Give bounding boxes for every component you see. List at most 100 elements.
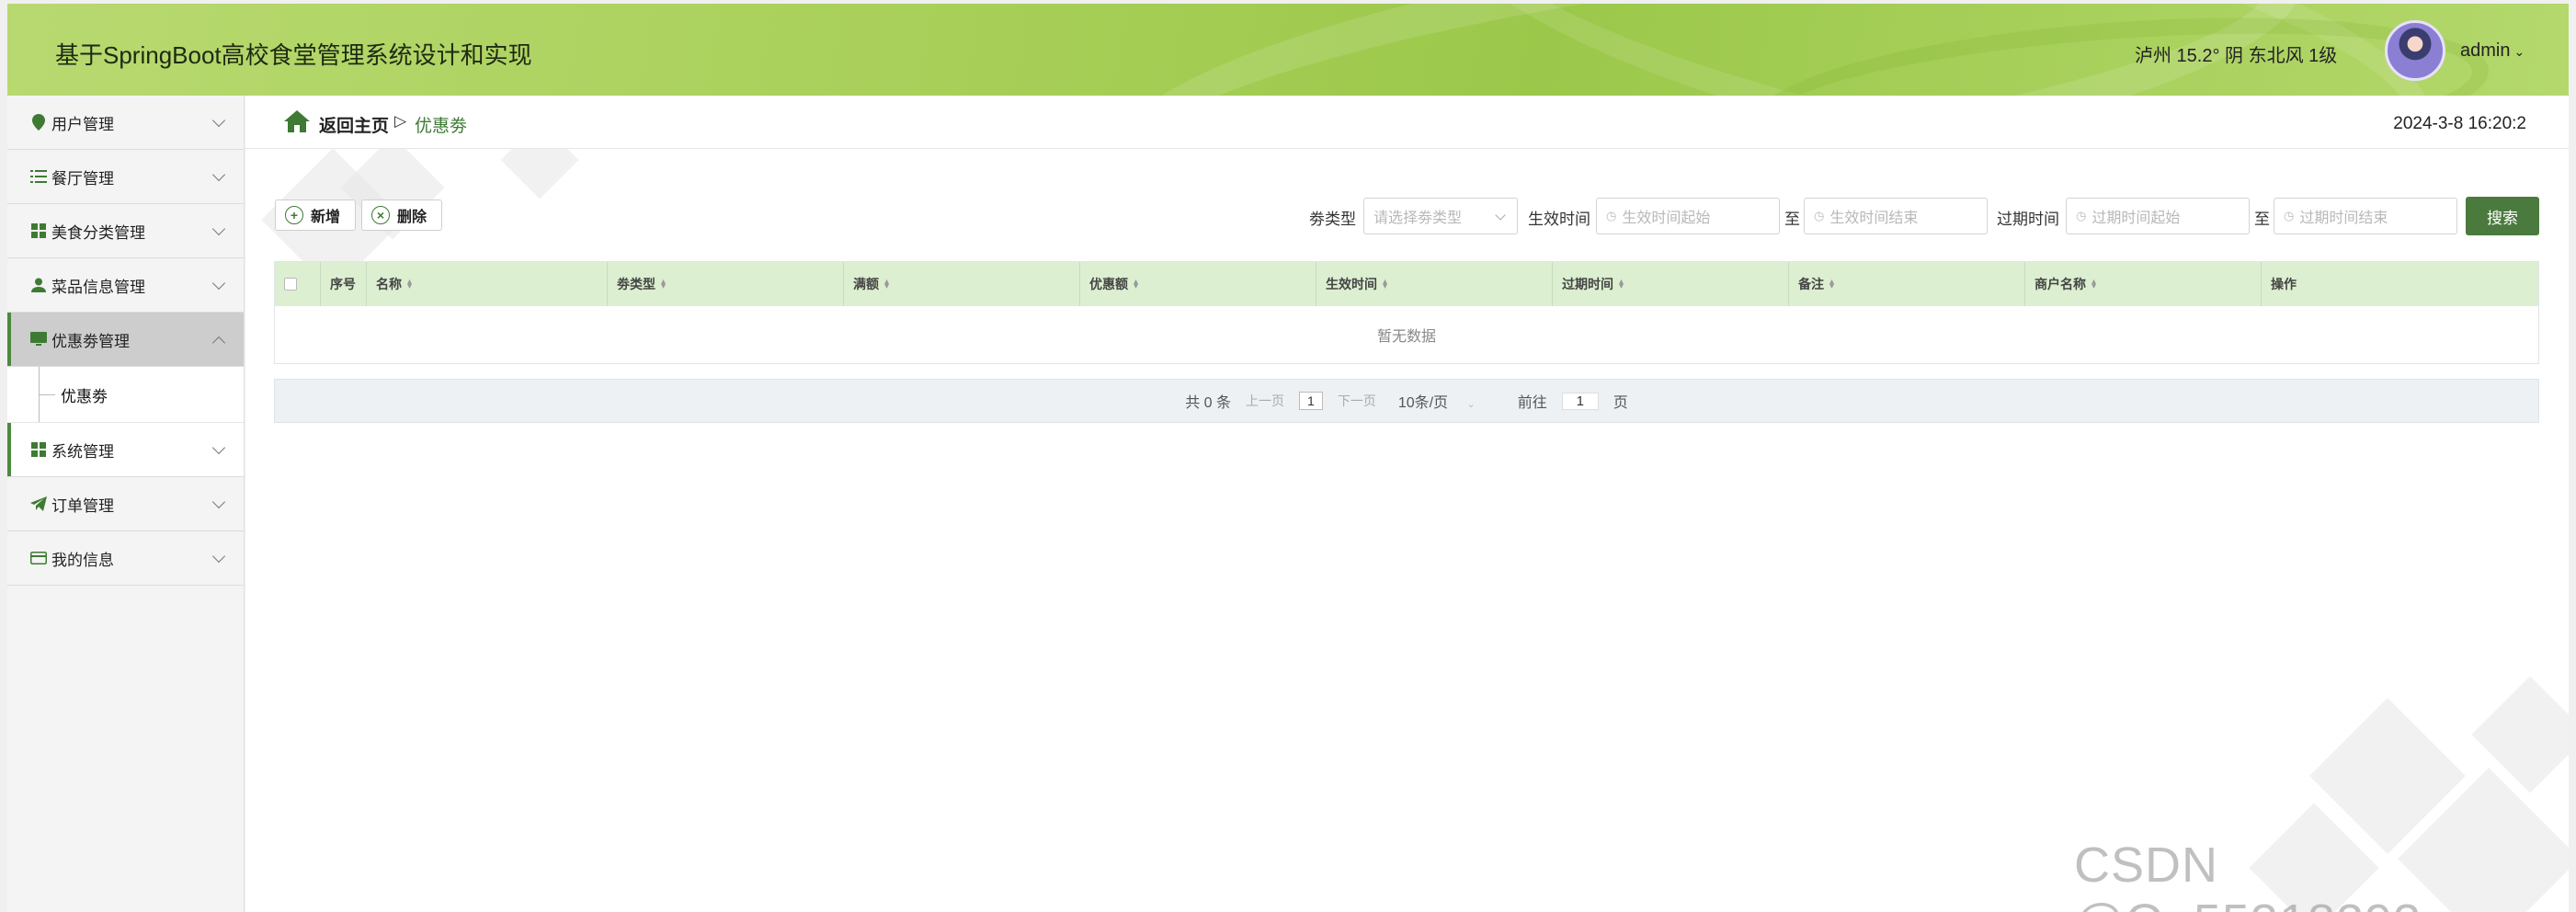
breadcrumb: 返回主页 ▷ 优惠劵 2024-3-8 16:20:2 [245,96,2569,149]
sidebar-item-label: 餐厅管理 [51,169,114,188]
sort-icon[interactable]: ▴ ▾ [884,278,889,291]
sidebar-item-user-management[interactable]: 用户管理 [7,96,244,150]
clock-icon: ◷ [1606,209,1617,222]
prev-page-button[interactable]: 上一页 [1246,392,1284,410]
chevron-down-icon [211,440,226,455]
column-header[interactable]: 满额 ▴ ▾ [844,262,1080,306]
search-button[interactable]: 搜索 [2466,197,2539,235]
expire-end-input[interactable]: ◷ 过期时间结束 [2274,198,2457,234]
clock-icon: ◷ [1814,209,1825,222]
effective-time-label: 生效时间 [1528,211,1590,228]
close-circle-icon: × [371,206,390,224]
delete-button[interactable]: × 删除 [361,200,442,231]
chevron-down-icon: ⌄ [2513,44,2525,59]
main-content: 返回主页 ▷ 优惠劵 2024-3-8 16:20:2 + 新增 × 删除 劵类… [245,96,2569,912]
add-button[interactable]: + 新增 [275,200,356,231]
column-header[interactable]: 备注 ▴ ▾ [1789,262,2025,306]
sort-icon[interactable]: ▴ ▾ [1383,278,1387,291]
total-count: 共 0 条 [1185,395,1232,411]
effective-start-input[interactable]: ◷ 生效时间起始 [1596,198,1780,234]
list-icon [29,167,48,186]
chevron-down-icon [211,549,226,564]
breadcrumb-current: 优惠劵 [415,117,468,136]
grid-icon [29,222,48,240]
sidebar-item-dish-info[interactable]: 菜品信息管理 [7,258,244,313]
delete-button-label: 删除 [397,210,427,225]
sidebar-item-label: 美食分类管理 [51,223,145,242]
paper-plane-icon [29,495,48,513]
sort-icon[interactable]: ▴ ▾ [1829,278,1834,291]
clock-icon: ◷ [2076,209,2087,222]
column-header[interactable]: 优惠额 ▴ ▾ [1080,262,1316,306]
submenu-item-coupon[interactable]: 优惠劵 [7,367,244,423]
goto-suffix: 页 [1613,395,1628,411]
expire-end-placeholder: 过期时间结束 [2299,211,2388,226]
column-header[interactable]: 过期时间 ▴ ▾ [1553,262,1789,306]
coupon-table: 序号 名称 ▴ ▾ 劵类型 ▴ ▾ 满额 ▴ ▾ 优惠额 ▴ ▾ 生效时间 ▴ ▾ 过期时间 ▴ ▾ 备… [274,261,2539,364]
chevron-down-icon: ⌄ [1466,399,1476,410]
select-all-checkbox[interactable] [284,278,297,291]
map-marker-icon [29,113,48,131]
top-header: 基于SpringBoot高校食堂管理系统设计和实现 泸州 15.2° 阴 东北风… [7,4,2569,96]
chevron-down-icon [211,113,226,128]
chevron-down-icon [1495,210,1506,221]
sidebar-item-label: 系统管理 [51,442,114,461]
user-name: admin [2460,40,2511,61]
chevron-down-icon [211,495,226,509]
user-avatar[interactable] [2385,20,2445,81]
effective-end-input[interactable]: ◷ 生效时间结束 [1804,198,1988,234]
sidebar-item-my-info[interactable]: 我的信息 [7,531,244,586]
column-header[interactable]: 生效时间 ▴ ▾ [1316,262,1553,306]
expire-time-label: 过期时间 [1997,211,2059,228]
chevron-down-icon [211,167,226,182]
sort-icon[interactable]: ▴ ▾ [407,278,412,291]
goto-page-input[interactable]: 1 [1561,392,1599,410]
current-datetime: 2024-3-8 16:20:2 [2393,114,2526,133]
sidebar-item-food-category[interactable]: 美食分类管理 [7,204,244,258]
sidebar-item-order-management[interactable]: 订单管理 [7,477,244,531]
card-icon [29,549,48,567]
sidebar-item-label: 用户管理 [51,115,114,133]
breadcrumb-separator: ▷ [394,112,407,130]
pagination: 共 0 条 上一页 1 下一页 10条/页 ⌄ 前往 1 页 [274,379,2539,423]
sort-icon[interactable]: ▴ ▾ [2092,278,2096,291]
current-page[interactable]: 1 [1299,392,1323,410]
chevron-down-icon [211,276,226,291]
grid-icon [29,440,48,459]
column-header[interactable]: 名称 ▴ ▾ [367,262,608,306]
coupon-type-placeholder: 请选择劵类型 [1373,211,1463,226]
weather-info: 泸州 15.2° 阴 东北风 1级 [2135,46,2338,66]
effective-end-placeholder: 生效时间结束 [1829,211,1919,226]
expire-start-input[interactable]: ◷ 过期时间起始 [2066,198,2250,234]
table-header: 序号 名称 ▴ ▾ 劵类型 ▴ ▾ 满额 ▴ ▾ 优惠额 ▴ ▾ 生效时间 ▴ ▾ 过期时间 ▴ ▾ 备… [275,262,2538,306]
goto-label: 前往 [1517,395,1547,411]
add-button-label: 新增 [311,210,341,225]
sidebar-item-system-management[interactable]: 系统管理 [7,423,244,477]
range-separator: 至 [1784,211,1800,228]
home-icon[interactable] [284,110,310,132]
expire-start-placeholder: 过期时间起始 [2092,211,2181,226]
watermark: CSDN @Q_55318293 [2074,838,2421,912]
effective-start-placeholder: 生效时间起始 [1622,211,1711,226]
sort-icon[interactable]: ▴ ▾ [1619,278,1624,291]
submenu-label: 优惠劵 [61,387,108,405]
next-page-button[interactable]: 下一页 [1338,392,1376,410]
sidebar-item-restaurant-management[interactable]: 餐厅管理 [7,150,244,204]
sidebar-item-label: 我的信息 [51,551,114,569]
select-all-cell [275,262,321,306]
sidebar: 用户管理 餐厅管理 美食分类管理 菜品信息管理 优惠劵管理 优惠劵 系统管理 订… [7,96,245,912]
empty-state: 暂无数据 [1376,329,1436,345]
column-header: 操作 [2271,277,2297,291]
breadcrumb-home-link[interactable]: 返回主页 [319,112,389,137]
coupon-type-label: 劵类型 [1309,211,1356,228]
clock-icon: ◷ [2284,209,2295,222]
sidebar-item-coupon-management[interactable]: 优惠劵管理 [7,313,244,367]
user-menu[interactable]: admin ⌄ [2460,40,2525,62]
page-size-select[interactable]: 10条/页 ⌄ [1391,390,1483,412]
sort-icon[interactable]: ▴ ▾ [661,278,666,291]
coupon-type-select[interactable]: 请选择劵类型 [1363,198,1518,234]
sort-icon[interactable]: ▴ ▾ [1134,278,1138,291]
column-header[interactable]: 商户名称 ▴ ▾ [2025,262,2262,306]
column-header[interactable]: 劵类型 ▴ ▾ [608,262,844,306]
chevron-down-icon [211,222,226,236]
